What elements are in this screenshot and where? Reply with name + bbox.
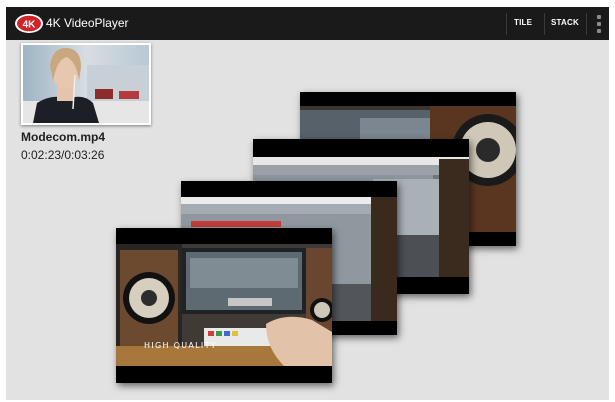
video-player-app: 4K 4K VideoPlayer TILE STACK Modecom.mp4… xyxy=(6,7,609,400)
video-caption-text: HIGH QUALITY xyxy=(144,341,217,350)
action-separator xyxy=(586,13,587,35)
action-bar: 4K 4K VideoPlayer TILE STACK xyxy=(6,7,609,40)
app-title: 4K VideoPlayer xyxy=(46,16,129,30)
action-separator xyxy=(506,13,507,35)
stacked-video-frame-1[interactable]: HIGH QUALITY xyxy=(116,228,332,383)
tile-button[interactable]: TILE xyxy=(514,18,532,27)
stack-button[interactable]: STACK xyxy=(551,18,579,27)
action-separator xyxy=(544,13,545,35)
app-logo-icon: 4K xyxy=(15,14,43,33)
video-thumbnail[interactable] xyxy=(21,43,151,125)
logo-text: 4K xyxy=(23,19,37,30)
overflow-menu-icon[interactable] xyxy=(595,14,603,34)
video-file-name: Modecom.mp4 xyxy=(21,130,106,144)
frame-image-studio xyxy=(116,228,332,383)
video-playback-time: 0:02:23/0:03:26 xyxy=(21,148,105,162)
video-thumbnail-image xyxy=(23,45,149,123)
